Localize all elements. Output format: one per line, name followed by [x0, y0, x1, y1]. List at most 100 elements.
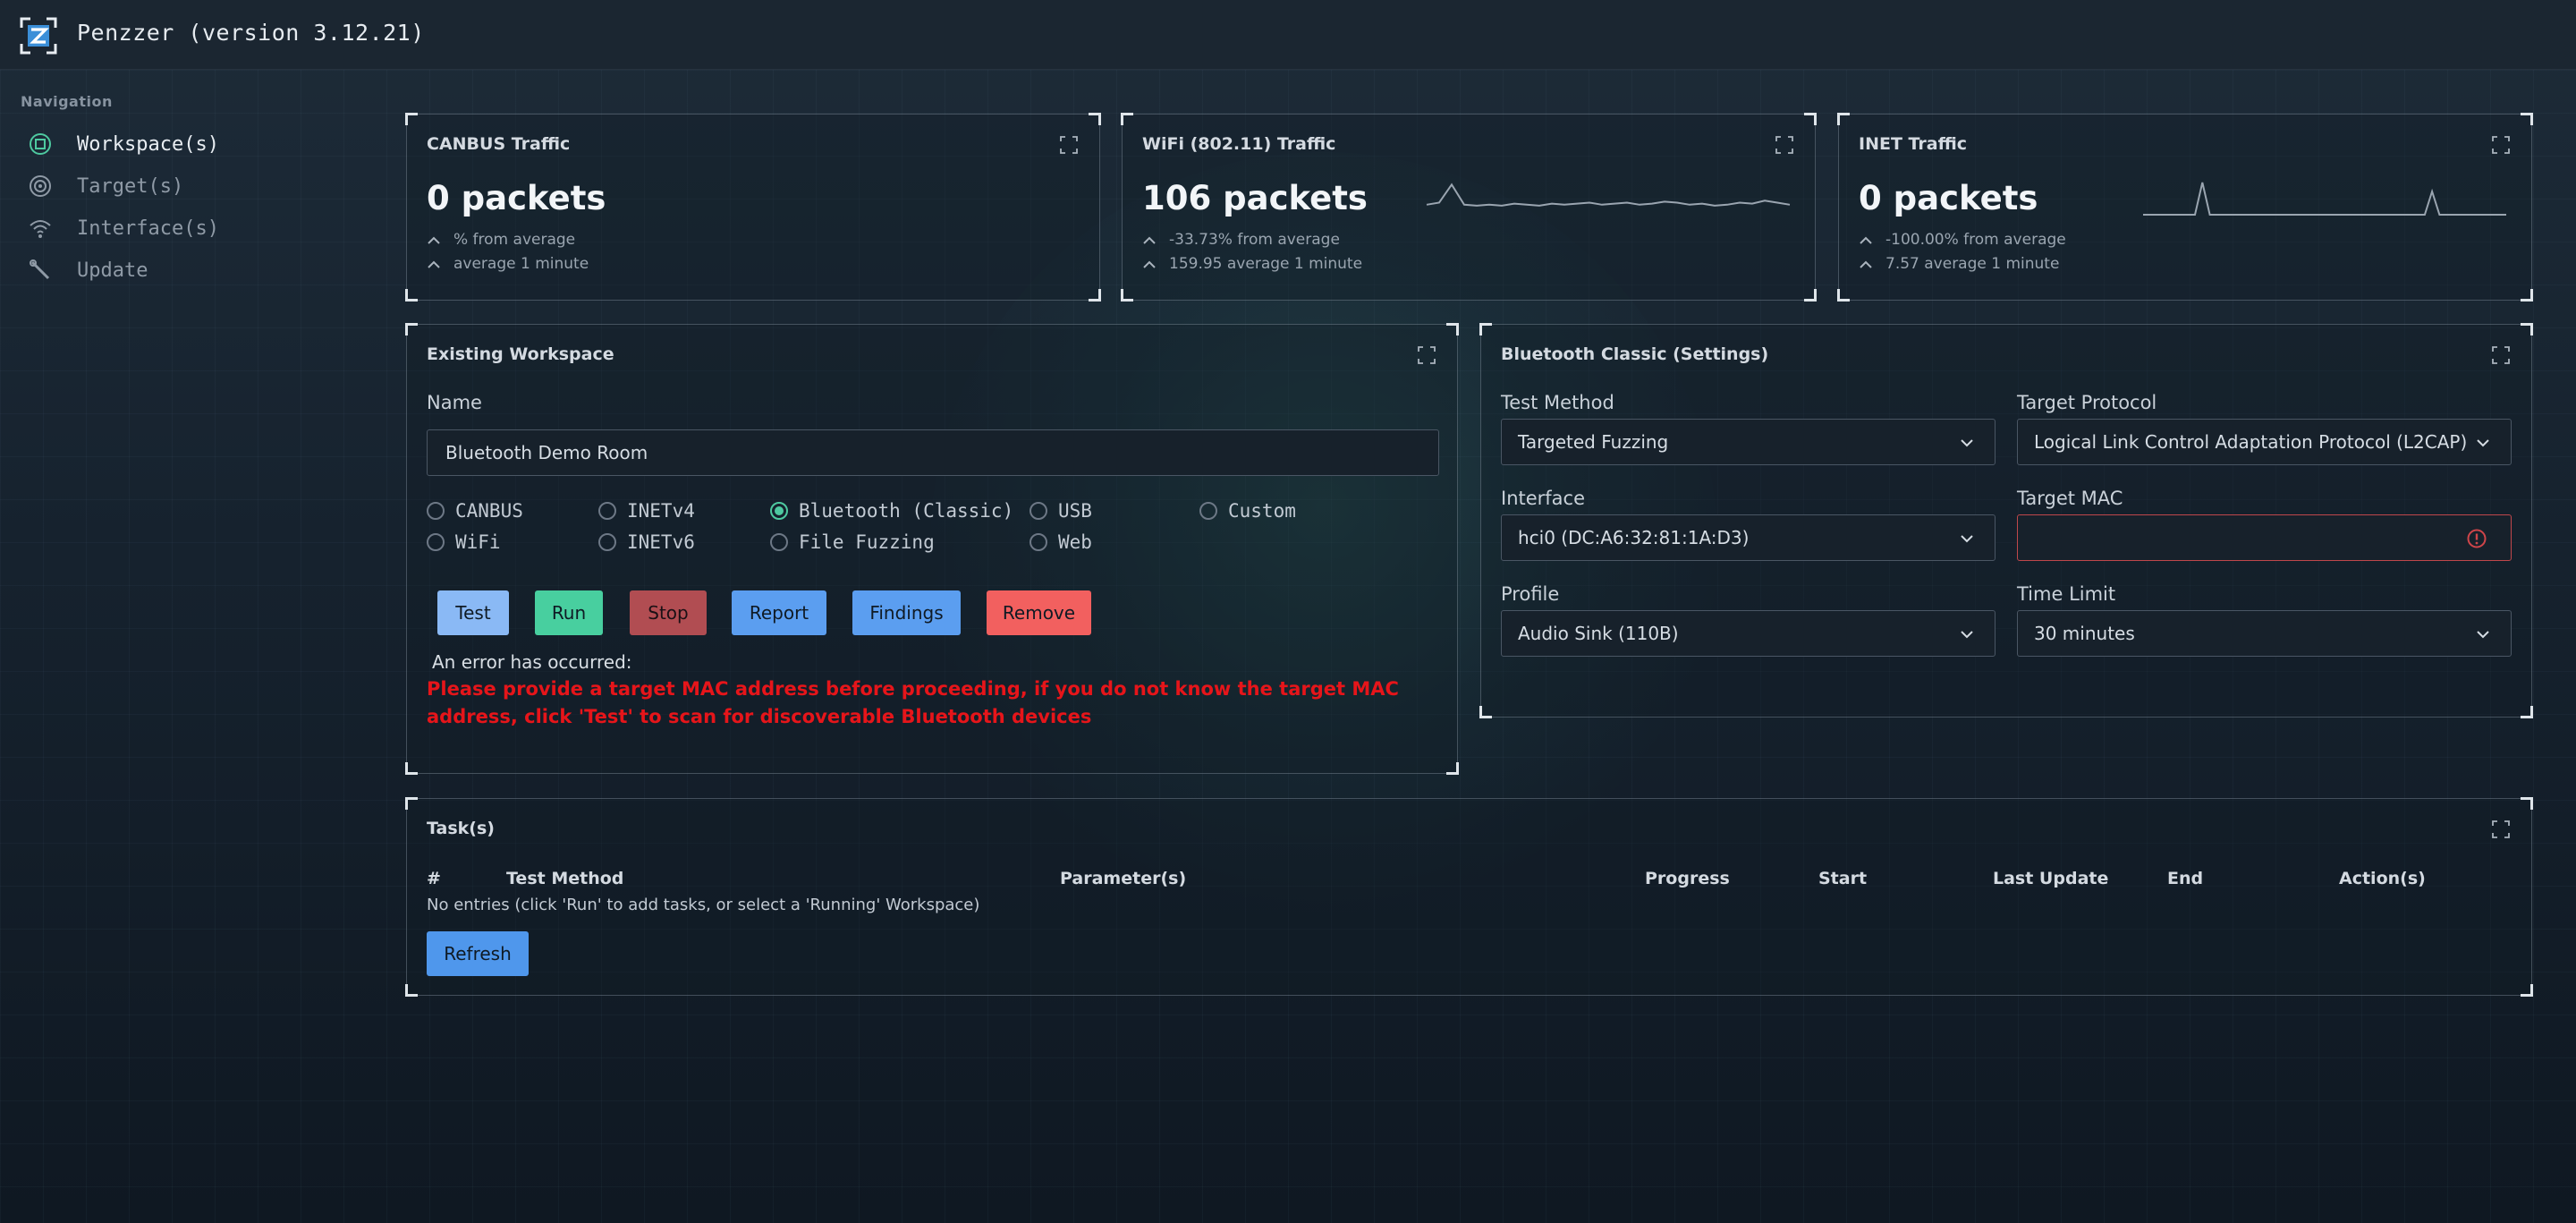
radio-inetv4[interactable]: INETv4 [598, 499, 695, 522]
panel-title: Task(s) [427, 819, 495, 838]
chevron-up-icon [428, 260, 440, 268]
error-heading: An error has occurred: [432, 651, 632, 673]
packet-count: 106 packets [1142, 179, 1368, 217]
chevron-down-icon [1961, 631, 1973, 639]
chevron-up-icon [428, 236, 440, 244]
target-protocol-label: Target Protocol [2017, 392, 2157, 413]
expand-icon[interactable] [1060, 136, 1078, 154]
run-button[interactable]: Run [535, 590, 603, 635]
test-method-select[interactable]: Targeted Fuzzing [1501, 419, 1996, 465]
radio-web[interactable]: Web [1030, 531, 1092, 554]
expand-icon[interactable] [2492, 820, 2510, 838]
top-bar: Penzzer (version 3.12.21) [0, 0, 2576, 70]
remove-button[interactable]: Remove [987, 590, 1091, 635]
column-header: # [427, 869, 441, 888]
stat-average-minute: average 1 minute [427, 255, 589, 273]
target-protocol-select[interactable]: Logical Link Control Adaptation Protocol… [2017, 419, 2512, 465]
stat-from-average: -100.00% from average [1859, 231, 2066, 249]
packet-count: 0 packets [427, 179, 606, 217]
radio-custom[interactable]: Custom [1199, 499, 1296, 522]
test-method-label: Test Method [1501, 392, 1614, 413]
packet-count: 0 packets [1859, 179, 2038, 217]
stat-average-minute: 7.57 average 1 minute [1859, 255, 2059, 273]
interface-select[interactable]: hci0 (DC:A6:32:81:1A:D3) [1501, 514, 1996, 561]
sidebar-item-update[interactable]: Update [27, 252, 322, 288]
expand-icon[interactable] [1418, 346, 1436, 364]
test-button[interactable]: Test [437, 590, 509, 635]
existing-workspace-panel: Existing Workspace Name CANBUS INETv4 Bl… [405, 323, 1459, 775]
app-title: Penzzer (version 3.12.21) [77, 20, 425, 46]
wifi-traffic-panel: WiFi (802.11) Traffic 106 packets -33.73… [1121, 113, 1817, 302]
chevron-down-icon [2477, 631, 2489, 639]
sidebar-item-label: Update [77, 259, 148, 282]
tasks-panel: Task(s) # Test Method Parameter(s) Progr… [405, 797, 2533, 997]
expand-icon[interactable] [2492, 136, 2510, 154]
panel-title: Existing Workspace [427, 344, 614, 364]
workspace-name-input[interactable] [427, 429, 1439, 476]
sidebar-item-label: Target(s) [77, 174, 184, 198]
target-mac-label: Target MAC [2017, 488, 2123, 509]
chevron-up-icon [1860, 236, 1872, 244]
chevron-down-icon [1961, 439, 1973, 447]
sidebar-item-label: Workspace(s) [77, 132, 219, 156]
canbus-traffic-panel: CANBUS Traffic 0 packets % from average … [405, 113, 1101, 302]
time-limit-label: Time Limit [2017, 583, 2116, 605]
radio-usb[interactable]: USB [1030, 499, 1092, 522]
chevron-up-icon [1860, 260, 1872, 268]
column-header: Test Method [506, 869, 624, 888]
sidebar-item-interfaces[interactable]: Interface(s) [27, 210, 322, 246]
target-icon [27, 173, 54, 200]
workspace-icon [27, 131, 54, 157]
radio-canbus[interactable]: CANBUS [427, 499, 523, 522]
radio-bluetooth-classic[interactable]: Bluetooth (Classic) [770, 499, 1013, 522]
chevron-down-icon [2477, 439, 2489, 447]
error-icon [2467, 529, 2487, 548]
empty-table-message: No entries (click 'Run' to add tasks, or… [427, 896, 980, 914]
stat-from-average: -33.73% from average [1142, 231, 1340, 249]
sparkline-path [2143, 182, 2506, 216]
column-header: Progress [1645, 869, 1730, 888]
penzzer-logo-icon [20, 17, 57, 55]
inet-sparkline [2143, 182, 2506, 216]
panel-title: WiFi (802.11) Traffic [1142, 134, 1336, 154]
radio-wifi[interactable]: WiFi [427, 531, 501, 554]
expand-icon[interactable] [2492, 346, 2510, 364]
stop-button[interactable]: Stop [630, 590, 707, 635]
findings-button[interactable]: Findings [852, 590, 961, 635]
profile-select[interactable]: Audio Sink (110B) [1501, 610, 1996, 657]
stat-from-average: % from average [427, 231, 575, 249]
wifi-icon [27, 215, 54, 242]
chevron-down-icon [1961, 535, 1973, 543]
column-header: Last Update [1993, 869, 2109, 888]
expand-icon[interactable] [1775, 136, 1793, 154]
sidebar-item-label: Interface(s) [77, 217, 219, 240]
refresh-button[interactable]: Refresh [427, 931, 529, 976]
bluetooth-settings-panel: Bluetooth Classic (Settings) Test Method… [1479, 323, 2533, 718]
column-header: End [2167, 869, 2204, 888]
stat-average-minute: 159.95 average 1 minute [1142, 255, 1362, 273]
panel-title: INET Traffic [1859, 134, 1968, 154]
interface-label: Interface [1501, 488, 1586, 509]
column-header: Start [1818, 869, 1868, 888]
column-header: Action(s) [2339, 869, 2426, 888]
time-limit-select[interactable]: 30 minutes [2017, 610, 2512, 657]
sidebar-item-targets[interactable]: Target(s) [27, 168, 322, 204]
inet-traffic-panel: INET Traffic 0 packets -100.00% from ave… [1837, 113, 2533, 302]
chevron-up-icon [1143, 236, 1156, 244]
radio-file-fuzzing[interactable]: File Fuzzing [770, 531, 935, 554]
sidebar-item-workspaces[interactable]: Workspace(s) [27, 126, 322, 162]
sparkline-path [1426, 183, 1791, 207]
report-button[interactable]: Report [732, 590, 826, 635]
error-message: Please provide a target MAC address befo… [427, 678, 1399, 727]
name-label: Name [427, 392, 482, 413]
nav-heading: Navigation [21, 93, 113, 110]
wifi-sparkline [1426, 183, 1791, 207]
wrench-icon [27, 257, 54, 284]
column-header: Parameter(s) [1060, 869, 1187, 888]
target-mac-input[interactable] [2017, 514, 2512, 561]
chevron-up-icon [1143, 260, 1156, 268]
panel-title: Bluetooth Classic (Settings) [1501, 344, 1769, 364]
radio-inetv6[interactable]: INETv6 [598, 531, 695, 554]
panel-title: CANBUS Traffic [427, 134, 571, 154]
profile-label: Profile [1501, 583, 1560, 605]
